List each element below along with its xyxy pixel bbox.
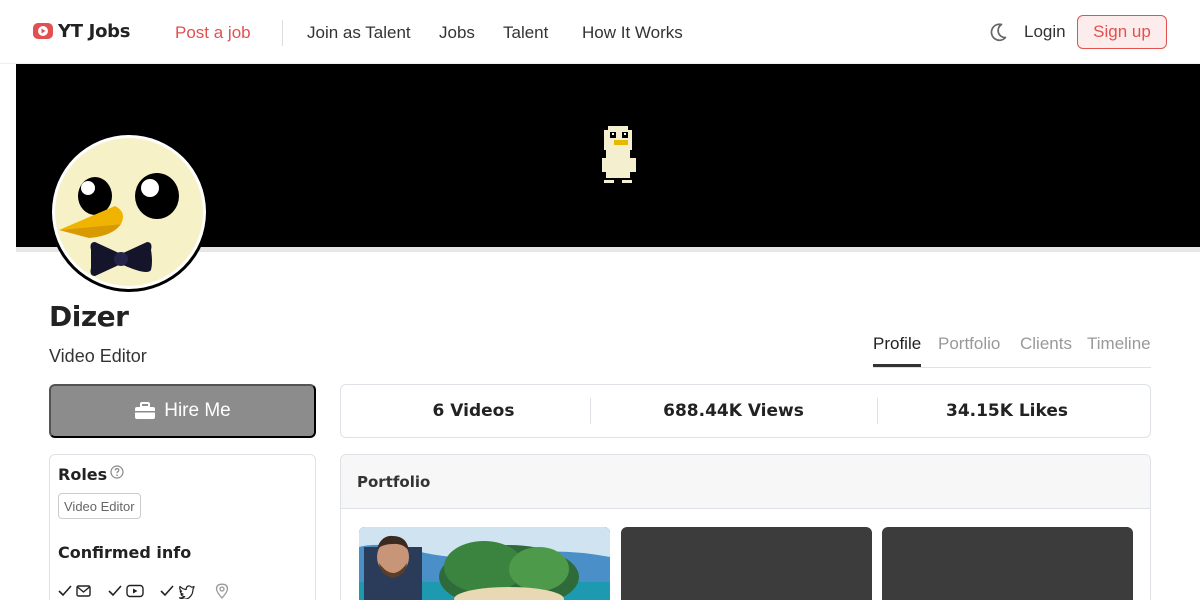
nav-how-it-works[interactable]: How It Works — [582, 23, 683, 43]
roles-heading: Roles — [58, 465, 108, 484]
stats-bar: 6 Videos 688.44K Views 34.15K Likes — [340, 384, 1151, 438]
nav-talent[interactable]: Talent — [503, 23, 548, 43]
role-chip: Video Editor — [58, 493, 141, 519]
portfolio-thumbnail[interactable] — [882, 527, 1133, 600]
tab-profile[interactable]: Profile — [873, 334, 922, 367]
youtube-icon — [108, 584, 144, 598]
nav-jobs[interactable]: Jobs — [439, 23, 475, 43]
stat-views: 688.44K Views — [663, 401, 804, 421]
stat-likes: 34.15K Likes — [945, 401, 1069, 421]
youtube-logo-icon — [33, 23, 53, 39]
hire-me-button[interactable]: Hire Me — [49, 384, 316, 438]
profile-title: Video Editor — [49, 346, 147, 366]
penguin-avatar-image — [55, 138, 203, 286]
portfolio-thumbnail[interactable] — [621, 527, 872, 600]
tab-timeline[interactable]: Timeline — [1087, 334, 1151, 364]
signup-button[interactable]: Sign up — [1077, 15, 1167, 49]
portfolio-heading: Portfolio — [357, 473, 431, 491]
brand-logo[interactable]: YT Jobs — [32, 20, 130, 42]
portfolio-thumbnail[interactable] — [359, 527, 610, 600]
portfolio-header: Portfolio — [341, 455, 1150, 509]
stat-divider — [590, 398, 591, 424]
avatar — [49, 132, 209, 292]
briefcase-icon — [135, 402, 156, 419]
profile-name: Dizer — [49, 300, 129, 333]
nav-post-job[interactable]: Post a job — [175, 23, 251, 43]
confirmed-heading: Confirmed info — [58, 543, 192, 562]
penguin-sprite-image — [602, 126, 636, 183]
stat-videos: 6 Videos — [432, 401, 515, 421]
portfolio-card: Portfolio — [340, 454, 1151, 600]
twitter-icon — [160, 585, 195, 599]
brand-name: YT Jobs — [58, 20, 131, 42]
nav-join-talent[interactable]: Join as Talent — [307, 23, 411, 43]
moon-icon[interactable] — [987, 21, 1009, 43]
info-card: Roles Video Editor Confirmed info — [49, 454, 316, 600]
login-link[interactable]: Login — [1024, 22, 1066, 42]
hire-me-label: Hire Me — [164, 400, 231, 421]
video-thumbnail-image — [359, 527, 610, 600]
top-navbar: YT Jobs Post a job Join as Talent Jobs T… — [0, 0, 1200, 64]
tab-portfolio[interactable]: Portfolio — [938, 334, 1000, 364]
email-icon — [58, 585, 91, 597]
tab-clients[interactable]: Clients — [1020, 334, 1072, 364]
nav-divider — [282, 20, 283, 46]
help-icon[interactable] — [110, 465, 124, 479]
profile-tabs: Profile Portfolio Clients Timeline — [873, 334, 1151, 368]
location-icon — [215, 583, 229, 599]
